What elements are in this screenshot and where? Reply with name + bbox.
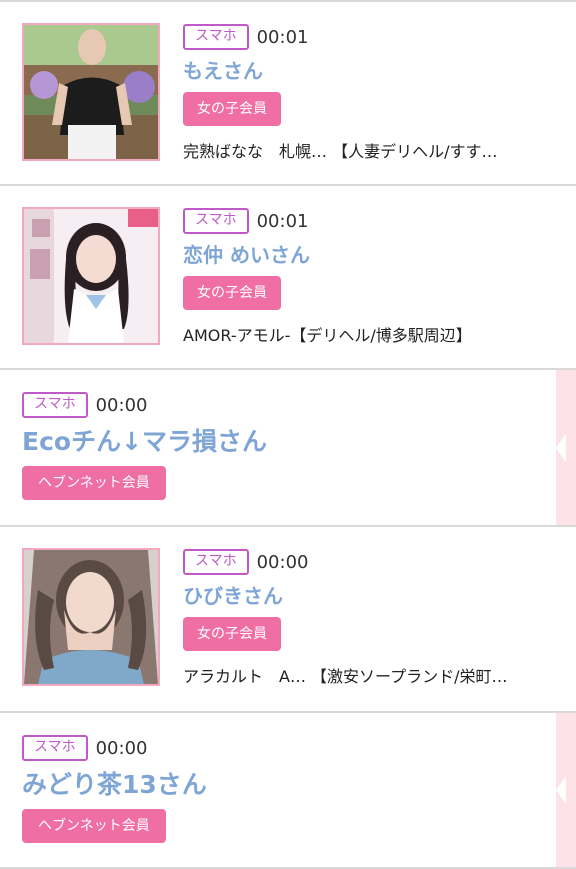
access-time: 00:01 bbox=[256, 210, 309, 232]
access-time: 00:01 bbox=[256, 26, 309, 48]
device-tag: スマホ bbox=[22, 735, 88, 761]
device-tag: スマホ bbox=[183, 549, 249, 575]
member-type-badge: 女の子会員 bbox=[183, 92, 281, 126]
member-type-badge: 女の子会員 bbox=[183, 617, 281, 651]
expand-handle[interactable] bbox=[556, 370, 576, 525]
member-type-badge: 女の子会員 bbox=[183, 276, 281, 310]
list-item[interactable]: スマホ 00:01 もえさん 女の子会員 完熟ばなな 札幌… 【人妻デリヘル/す… bbox=[0, 0, 576, 186]
device-tag: スマホ bbox=[183, 208, 249, 234]
item-info: スマホ 00:01 もえさん 女の子会員 完熟ばなな 札幌… 【人妻デリヘル/す… bbox=[183, 24, 556, 162]
device-tag: スマホ bbox=[22, 392, 88, 418]
member-name[interactable]: みどり茶13さん bbox=[22, 767, 556, 803]
member-name[interactable]: Ecoチん↓マラ損さん bbox=[22, 424, 556, 460]
profile-photo[interactable] bbox=[22, 23, 160, 161]
item-info: スマホ 00:00 Ecoチん↓マラ損さん ヘブンネット会員 bbox=[22, 392, 556, 500]
expand-handle[interactable] bbox=[556, 713, 576, 867]
list-item[interactable]: スマホ 00:00 Ecoチん↓マラ損さん ヘブンネット会員 bbox=[0, 370, 576, 527]
item-info: スマホ 00:00 みどり茶13さん ヘブンネット会員 bbox=[22, 735, 556, 843]
access-time: 00:00 bbox=[256, 551, 309, 573]
list-item[interactable]: スマホ 00:01 恋仲 めいさん 女の子会員 AMOR-アモル-【デリヘル/博… bbox=[0, 186, 576, 370]
access-time: 00:00 bbox=[95, 737, 148, 759]
profile-photo[interactable] bbox=[22, 207, 160, 345]
shop-name[interactable]: アラカルト A… 【激安ソープランド/栄町… bbox=[183, 663, 556, 687]
member-type-badge: ヘブンネット会員 bbox=[22, 809, 166, 843]
device-tag: スマホ bbox=[183, 24, 249, 50]
member-name[interactable]: ひびきさん bbox=[183, 581, 556, 611]
shop-name[interactable]: 完熟ばなな 札幌… 【人妻デリヘル/すす… bbox=[183, 138, 556, 162]
item-info: スマホ 00:00 ひびきさん 女の子会員 アラカルト A… 【激安ソープランド… bbox=[183, 549, 556, 687]
profile-photo[interactable] bbox=[22, 548, 160, 686]
member-type-badge: ヘブンネット会員 bbox=[22, 466, 166, 500]
list-item[interactable]: スマホ 00:00 ひびきさん 女の子会員 アラカルト A… 【激安ソープランド… bbox=[0, 527, 576, 713]
member-name[interactable]: もえさん bbox=[183, 56, 556, 86]
access-time: 00:00 bbox=[95, 394, 148, 416]
item-info: スマホ 00:01 恋仲 めいさん 女の子会員 AMOR-アモル-【デリヘル/博… bbox=[183, 208, 556, 346]
member-name[interactable]: 恋仲 めいさん bbox=[183, 240, 556, 270]
list-item[interactable]: スマホ 00:00 みどり茶13さん ヘブンネット会員 bbox=[0, 713, 576, 869]
member-list: スマホ 00:01 もえさん 女の子会員 完熟ばなな 札幌… 【人妻デリヘル/す… bbox=[0, 0, 576, 869]
shop-name[interactable]: AMOR-アモル-【デリヘル/博多駅周辺】 bbox=[183, 322, 556, 346]
